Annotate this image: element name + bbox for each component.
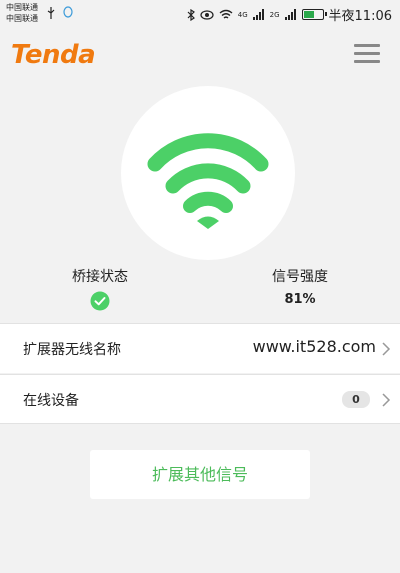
eye-icon (200, 9, 214, 20)
bluetooth-icon (187, 8, 195, 21)
online-devices-row[interactable]: 在线设备 0 (0, 374, 400, 424)
check-circle-icon (90, 291, 110, 311)
status-bar: 中国联通 中国联通 4G 2G 半夜11:06 (0, 0, 400, 28)
wireless-name-value: www.it528.com (252, 337, 376, 356)
notification-icons (46, 6, 74, 19)
carrier-2: 中国联通 (6, 14, 38, 23)
signal-strength: 信号强度 81% (240, 266, 360, 307)
battery-icon (301, 9, 327, 20)
online-devices-label: 在线设备 (23, 393, 79, 409)
extend-other-signal-button[interactable]: 扩展其他信号 (90, 450, 310, 499)
usb-icon (47, 6, 55, 19)
qq-icon (63, 6, 73, 18)
signal-strength-value: 81% (284, 292, 316, 307)
device-count-badge: 0 (342, 391, 370, 408)
network-type-2: 2G (269, 10, 280, 19)
signal-bars-icon (284, 9, 296, 20)
wifi-icon (147, 133, 269, 229)
carrier-1: 中国联通 (6, 3, 38, 12)
chevron-right-icon (382, 393, 391, 407)
connection-status-panel: 桥接状态 信号强度 81% (0, 78, 400, 323)
signal-strength-label: 信号强度 (272, 269, 328, 285)
wifi-status-icon (219, 9, 233, 19)
network-type-1: 4G (237, 10, 248, 19)
chevron-right-icon (382, 342, 391, 356)
wireless-name-label: 扩展器无线名称 (23, 342, 121, 358)
bridge-status-label: 桥接状态 (72, 269, 128, 285)
status-right: 4G 2G 半夜11:06 (187, 5, 392, 24)
hamburger-menu-icon[interactable] (354, 42, 382, 64)
carrier-names: 中国联通 中国联通 (6, 2, 38, 24)
clock: 半夜11:06 (328, 9, 392, 24)
bridge-status: 桥接状态 (40, 266, 160, 315)
app-header: Tenda (0, 28, 400, 78)
wireless-name-row[interactable]: 扩展器无线名称 www.it528.com (0, 323, 400, 373)
wifi-signal-display (121, 86, 295, 260)
signal-bars-icon (252, 9, 264, 20)
tenda-logo: Tenda (11, 40, 96, 70)
